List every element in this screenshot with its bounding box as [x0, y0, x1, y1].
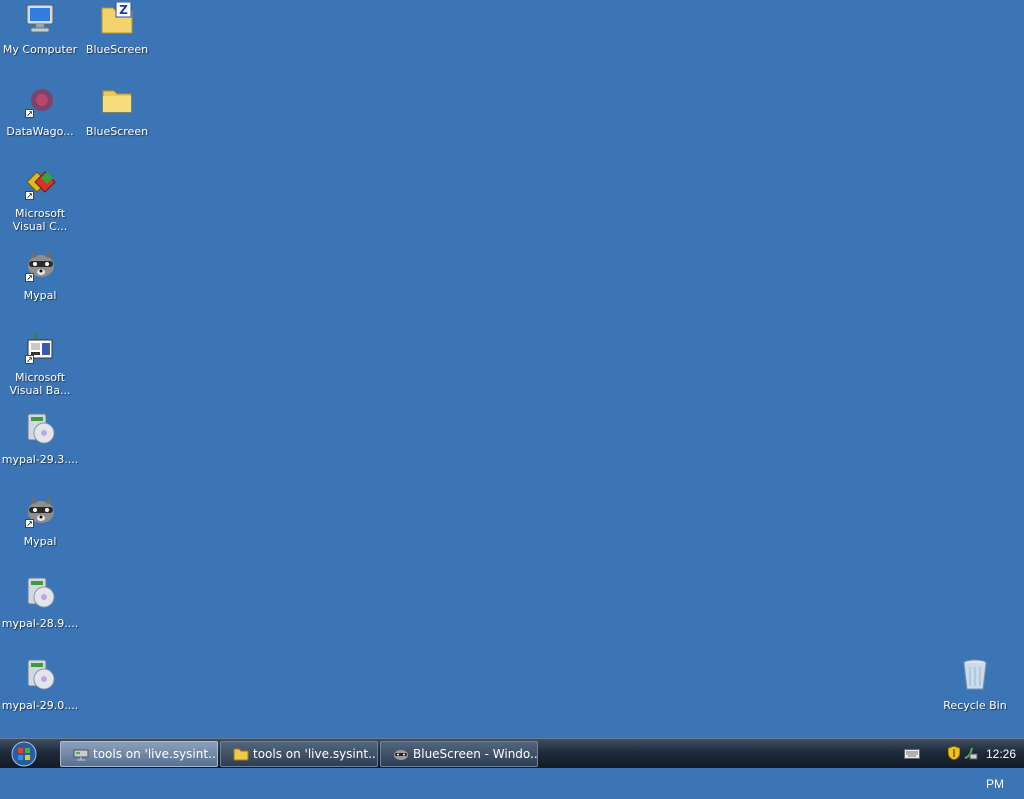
shortcut-arrow-icon: ↗: [25, 519, 34, 528]
start-button[interactable]: [6, 741, 42, 767]
icon-label: BlueScreen: [85, 125, 149, 138]
desktop-icon-bluescreen-zip[interactable]: Z BlueScreen: [77, 2, 157, 56]
raccoon-icon: ↗: [23, 248, 57, 282]
network-drive-icon: [73, 747, 89, 761]
desktop-icon-mypal-28-9[interactable]: mypal-28.9....: [0, 576, 80, 630]
folder-icon: [233, 747, 249, 761]
network-icon[interactable]: [964, 746, 978, 760]
datawagon-icon: ↗: [23, 84, 57, 118]
icon-label: DataWago...: [6, 125, 74, 138]
desktop-icon-bluescreen-folder[interactable]: BlueScreen: [77, 84, 157, 138]
taskbar-button-label: BlueScreen - Windo...: [413, 747, 538, 761]
taskbar-button-label: tools on 'live.sysint...: [93, 747, 218, 761]
icon-label: mypal-29.3....: [1, 453, 79, 466]
icon-label: mypal-28.9....: [1, 617, 79, 630]
taskbar-button-bluescreen[interactable]: BlueScreen - Windo...: [380, 741, 538, 767]
desktop-icon-my-computer[interactable]: My Computer: [0, 2, 80, 56]
visual-basic-icon: ↗: [23, 330, 57, 364]
security-shield-icon[interactable]: [948, 746, 960, 760]
desktop-icon-visual-basic[interactable]: ↗ Microsoft Visual Ba...: [0, 330, 80, 397]
taskbar: tools on 'live.sysint... tools on 'live.…: [0, 738, 1024, 791]
icon-label: Mypal: [23, 289, 57, 302]
installer-icon: [23, 412, 57, 446]
shortcut-arrow-icon: ↗: [25, 109, 34, 118]
clock[interactable]: 12:26 PM: [986, 739, 1024, 799]
zip-folder-icon: Z: [100, 2, 134, 36]
desktop-icon-recycle-bin[interactable]: Recycle Bin: [935, 658, 1015, 712]
installer-icon: [23, 576, 57, 610]
raccoon-icon: [393, 747, 409, 761]
desktop: My Computer Z BlueScreen ↗ DataWago... B…: [0, 0, 1024, 738]
raccoon-icon: ↗: [23, 494, 57, 528]
taskbar-button-tools-network[interactable]: tools on 'live.sysint...: [60, 741, 218, 767]
system-tray: 12:26 PM: [874, 739, 1024, 791]
installer-icon: [23, 658, 57, 692]
svg-text:Z: Z: [119, 3, 128, 17]
recycle-bin-icon: [958, 658, 992, 692]
shortcut-arrow-icon: ↗: [25, 191, 34, 200]
keyboard-icon[interactable]: [904, 749, 920, 759]
icon-label: Microsoft Visual C...: [12, 207, 68, 233]
shortcut-arrow-icon: ↗: [25, 273, 34, 282]
icon-label: Mypal: [23, 535, 57, 548]
windows-orb-icon: [11, 741, 37, 767]
icon-label: My Computer: [2, 43, 78, 56]
icon-label: mypal-29.0....: [1, 699, 79, 712]
desktop-icon-mypal-29-0[interactable]: mypal-29.0....: [0, 658, 80, 712]
desktop-icon-mypal-29-3[interactable]: mypal-29.3....: [0, 412, 80, 466]
icon-label: Microsoft Visual Ba...: [9, 371, 71, 397]
taskbar-button-tools-folder[interactable]: tools on 'live.sysint...: [220, 741, 378, 767]
desktop-icon-datawagon[interactable]: ↗ DataWago...: [0, 84, 80, 138]
icon-label: BlueScreen: [85, 43, 149, 56]
desktop-icon-visual-c[interactable]: ↗ Microsoft Visual C...: [0, 166, 80, 233]
icon-label: Recycle Bin: [943, 699, 1007, 712]
folder-icon: [100, 84, 134, 118]
visual-c-icon: ↗: [23, 166, 57, 200]
desktop-icon-mypal[interactable]: ↗ Mypal: [0, 494, 80, 548]
shortcut-arrow-icon: ↗: [25, 355, 34, 364]
taskbar-button-label: tools on 'live.sysint...: [253, 747, 378, 761]
computer-icon: [23, 2, 57, 36]
desktop-icon-mypal[interactable]: ↗ Mypal: [0, 248, 80, 302]
